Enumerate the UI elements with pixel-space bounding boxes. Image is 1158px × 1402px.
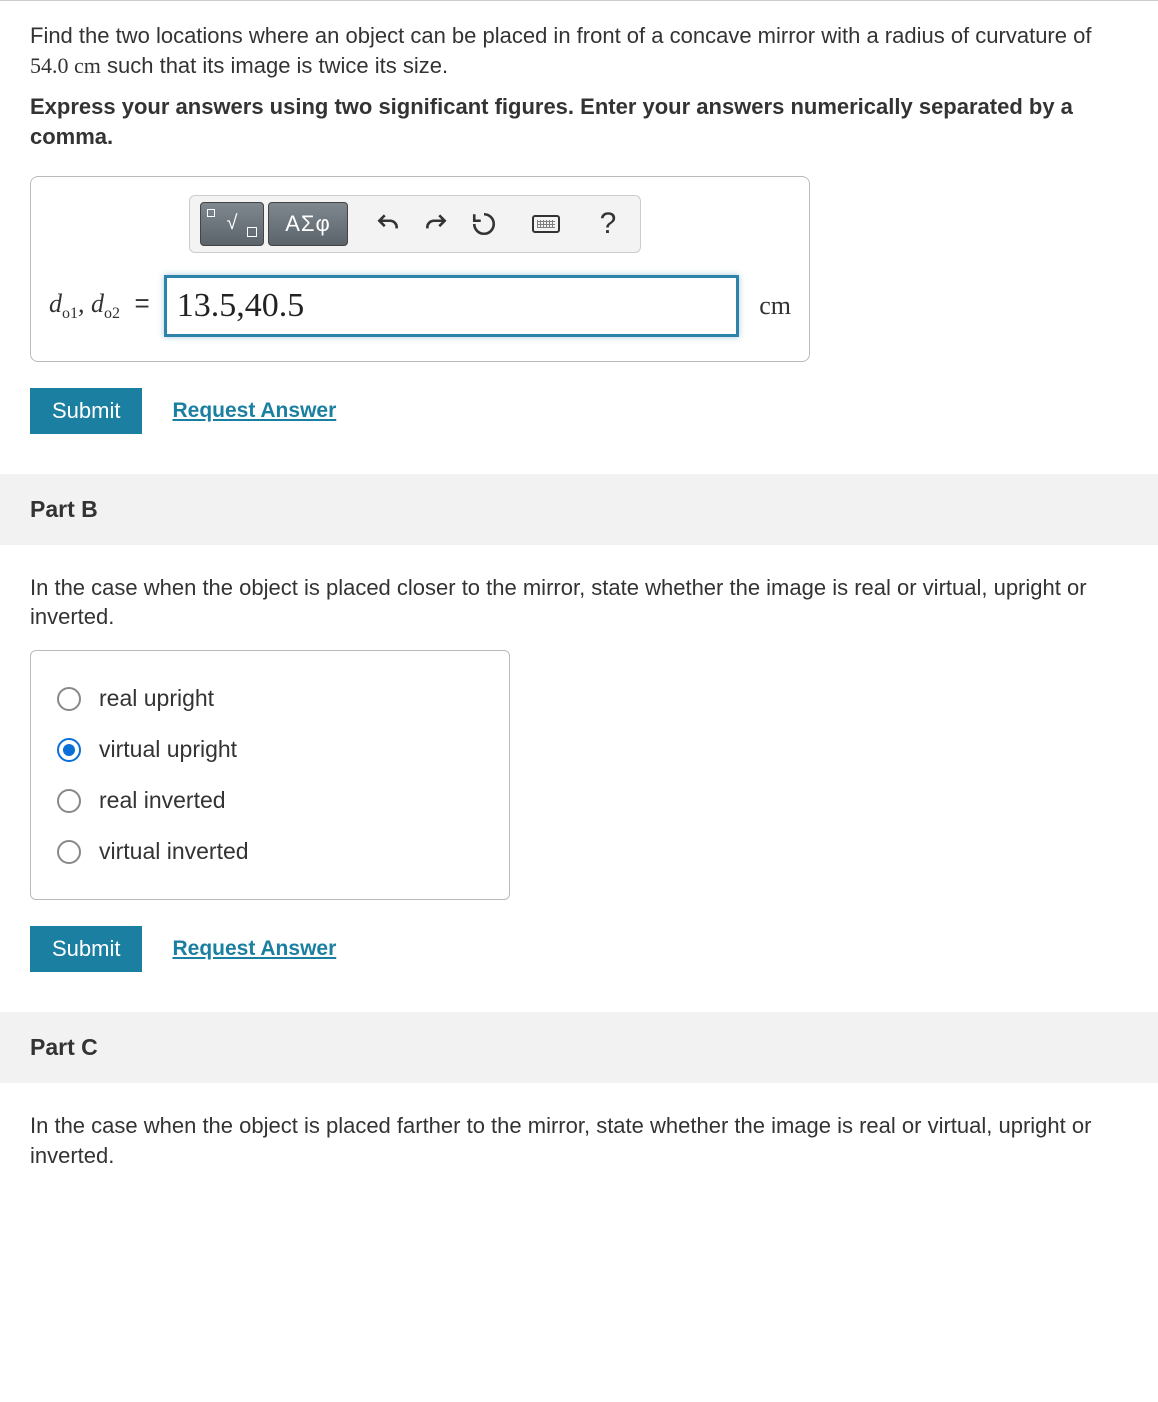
partA-prompt: Find the two locations where an object c… <box>30 21 1128 80</box>
request-answer-link-partA[interactable]: Request Answer <box>172 399 336 423</box>
keyboard-button[interactable] <box>522 203 570 245</box>
submit-button-partB[interactable]: Submit <box>30 926 142 972</box>
radio-icon[interactable] <box>57 840 81 864</box>
radio-label: virtual upright <box>99 736 237 763</box>
radio-label: real upright <box>99 685 214 712</box>
variable-label: do1, do2 = <box>49 288 158 323</box>
partC-prompt: In the case when the object is placed fa… <box>30 1111 1128 1170</box>
greek-symbols-button[interactable]: ΑΣφ <box>268 202 348 246</box>
radio-icon[interactable] <box>57 738 81 762</box>
request-answer-link-partB[interactable]: Request Answer <box>172 937 336 961</box>
radio-option[interactable]: virtual inverted <box>57 826 483 877</box>
partB-options: real upright virtual upright real inverted… <box>30 650 510 900</box>
answer-input[interactable] <box>164 275 740 337</box>
partA-prompt-post: such that its image is twice its size. <box>101 53 448 78</box>
radio-option[interactable]: virtual upright <box>57 724 483 775</box>
radio-icon[interactable] <box>57 687 81 711</box>
partA-prompt-pre: Find the two locations where an object c… <box>30 23 1091 48</box>
help-button[interactable]: ? <box>584 203 632 245</box>
keyboard-icon <box>532 215 560 233</box>
radio-label: virtual inverted <box>99 838 249 865</box>
radio-icon[interactable] <box>57 789 81 813</box>
partB-header: Part B <box>0 474 1158 545</box>
radio-option[interactable]: real upright <box>57 673 483 724</box>
partA-prompt-value: 54.0 cm <box>30 53 101 78</box>
partB-prompt: In the case when the object is placed cl… <box>30 573 1128 632</box>
partA-instruction: Express your answers using two significa… <box>30 92 1128 151</box>
partC-header: Part C <box>0 1012 1158 1083</box>
reset-button[interactable] <box>460 203 508 245</box>
unit-label: cm <box>759 291 791 321</box>
answer-box: √ ΑΣφ ? do1, do2 = cm <box>30 176 810 362</box>
radio-label: real inverted <box>99 787 226 814</box>
formula-toolbar: √ ΑΣφ ? <box>189 195 641 253</box>
undo-button[interactable] <box>364 203 412 245</box>
radio-option[interactable]: real inverted <box>57 775 483 826</box>
templates-button[interactable]: √ <box>200 202 264 246</box>
redo-button[interactable] <box>412 203 460 245</box>
submit-button-partA[interactable]: Submit <box>30 388 142 434</box>
